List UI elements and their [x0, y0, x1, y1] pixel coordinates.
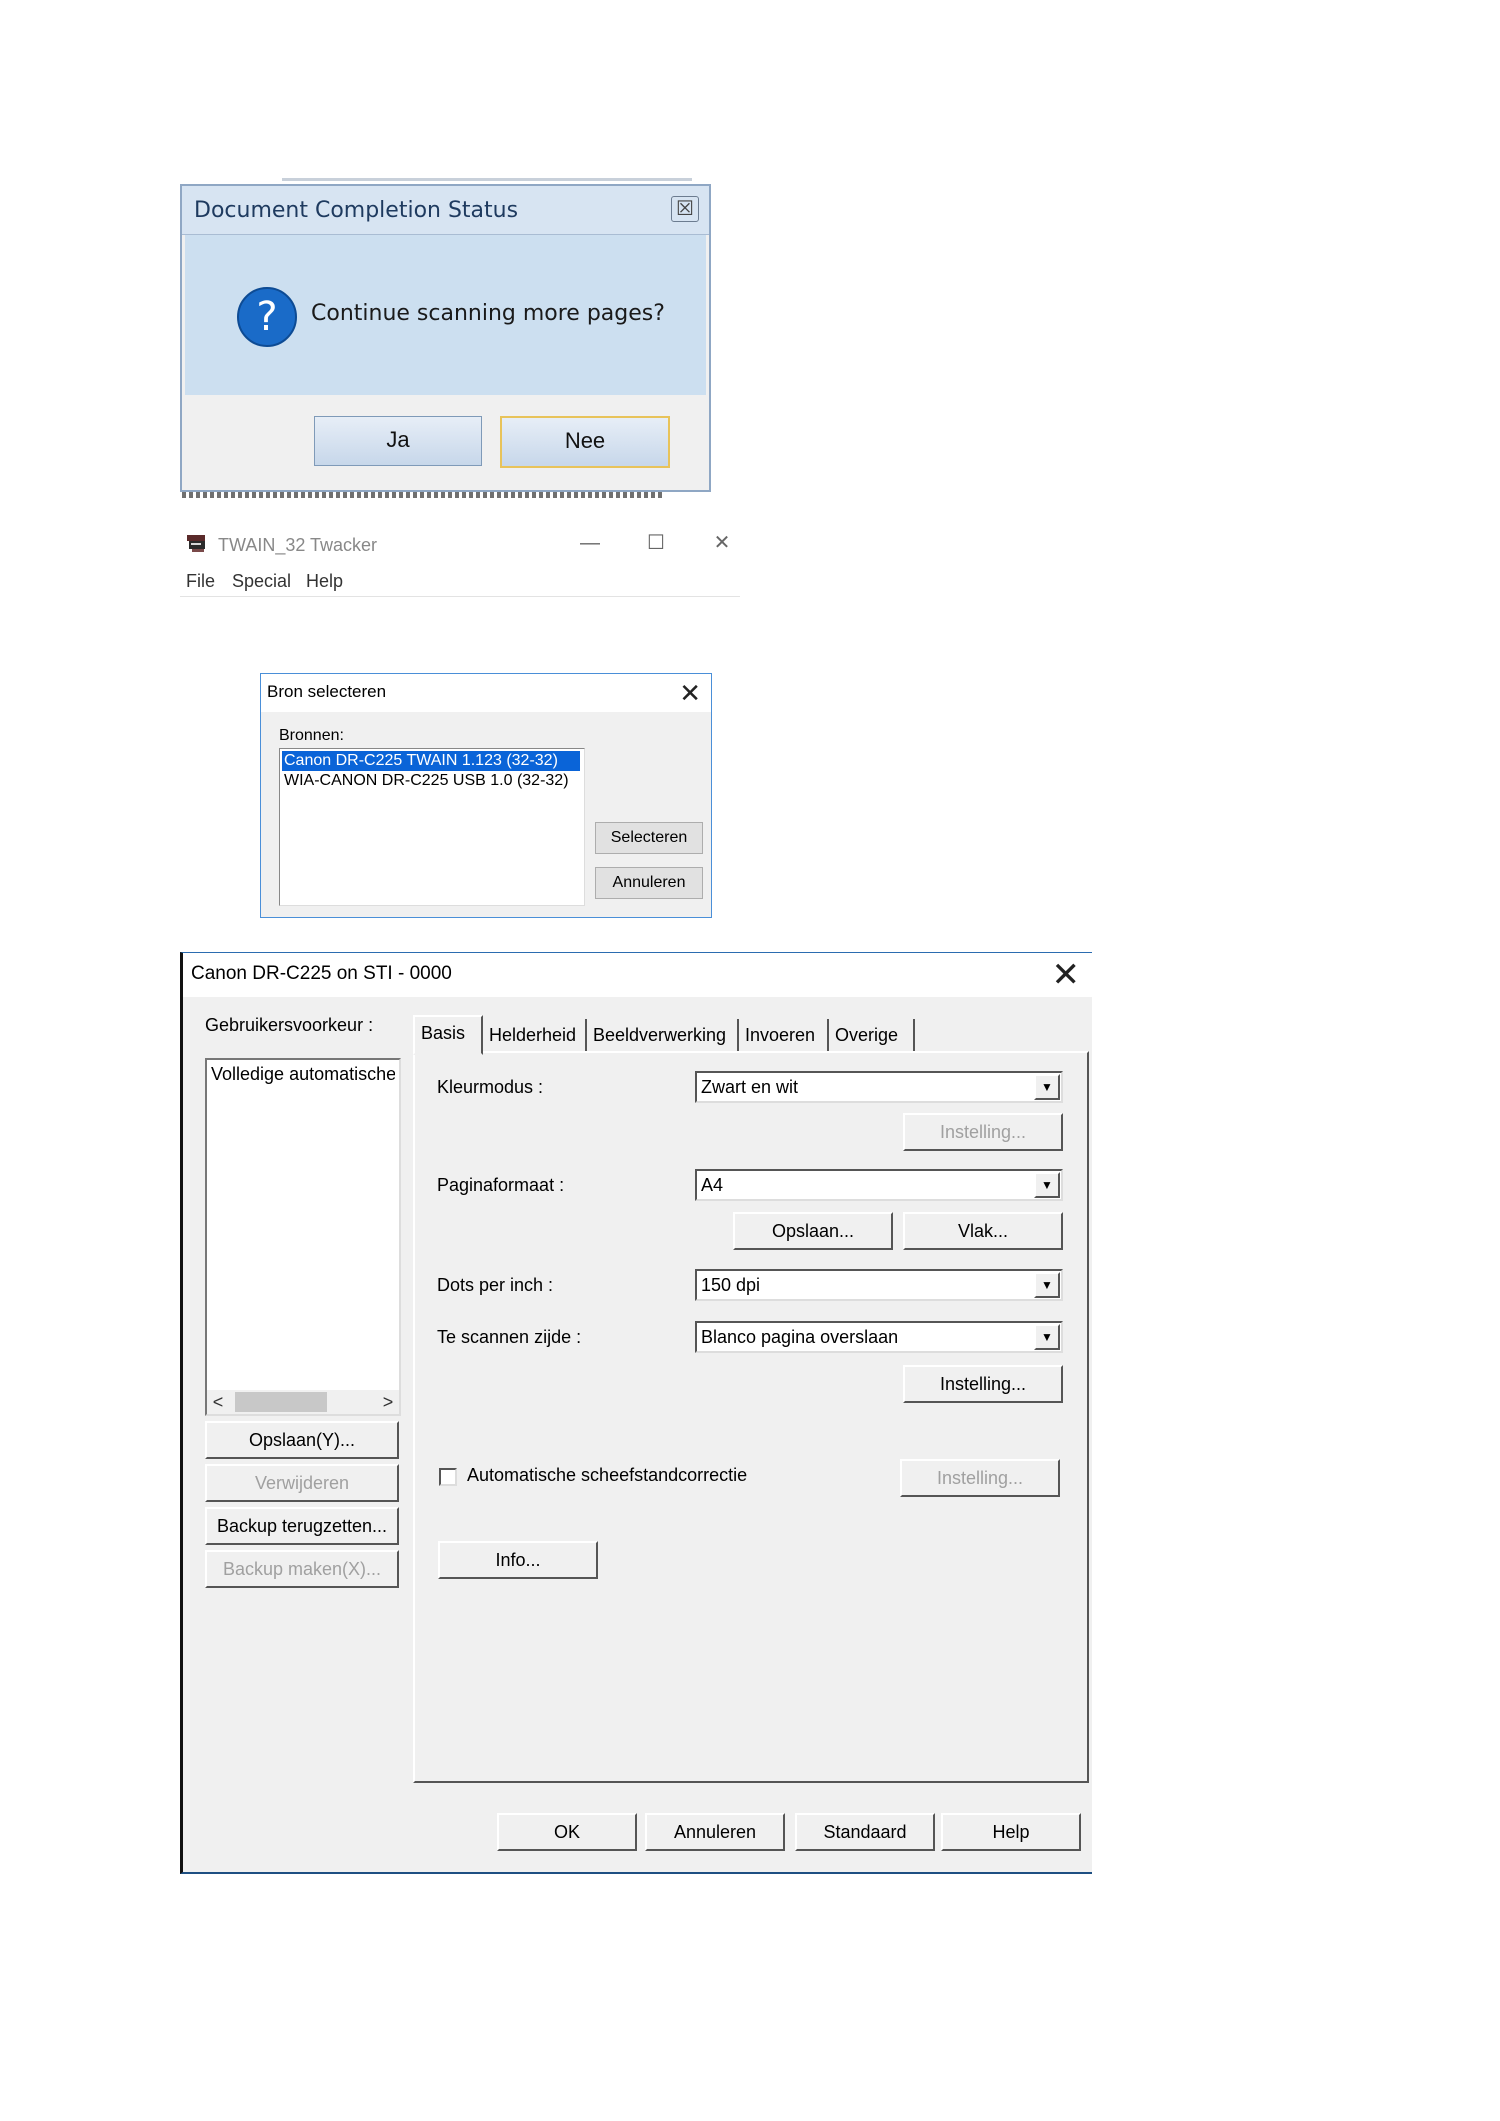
page-size-value: A4	[701, 1175, 724, 1195]
default-button[interactable]: Standaard	[795, 1813, 935, 1851]
minimize-icon[interactable]: —	[570, 529, 610, 557]
dialog-body: ? Continue scanning more pages?	[185, 235, 706, 395]
close-icon[interactable]: ✕	[679, 678, 701, 709]
dialog-title: Document Completion Status	[194, 198, 519, 223]
twacker-window: TWAIN_32 Twacker — ☐ ✕ File Special Help	[180, 525, 740, 597]
page-size-select[interactable]: A4 ▼	[695, 1169, 1063, 1201]
scanner-app-icon	[187, 535, 205, 552]
color-mode-label: Kleurmodus :	[437, 1077, 544, 1097]
chevron-down-icon[interactable]: ▼	[1034, 1324, 1060, 1350]
sources-label: Bronnen:	[279, 727, 344, 744]
scan-side-value: Blanco pagina overslaan	[701, 1327, 899, 1347]
user-pref-label: Gebruikersvoorkeur :	[205, 1015, 374, 1035]
tab-beeldverwerking[interactable]: Beeldverwerking	[587, 1019, 739, 1053]
window-title: TWAIN_32 Twacker	[218, 535, 378, 555]
question-icon: ?	[237, 287, 297, 347]
chevron-down-icon[interactable]: ▼	[1034, 1272, 1060, 1298]
dialog-titlebar: Bron selecteren ✕	[261, 674, 711, 712]
color-mode-value: Zwart en wit	[701, 1077, 799, 1097]
deskew-checkbox[interactable]	[439, 1468, 457, 1486]
save-pref-button[interactable]: Opslaan(Y)...	[205, 1421, 399, 1459]
ok-button[interactable]: OK	[497, 1813, 637, 1851]
chevron-down-icon[interactable]: ▼	[1034, 1172, 1060, 1198]
dialog-title: Canon DR-C225 on STI - 0000	[191, 963, 452, 984]
menu-file[interactable]: File	[186, 571, 215, 592]
scan-side-settings-button[interactable]: Instelling...	[903, 1365, 1063, 1403]
select-button[interactable]: Selecteren	[595, 822, 703, 854]
area-button[interactable]: Vlak...	[903, 1212, 1063, 1250]
dpi-label: Dots per inch :	[437, 1275, 554, 1295]
dialog-shadow	[282, 178, 692, 181]
deskew-label: Automatische scheefstandcorrectie	[467, 1465, 748, 1485]
make-backup-button[interactable]: Backup maken(X)...	[205, 1550, 399, 1588]
yes-button[interactable]: Ja	[314, 416, 482, 466]
help-button[interactable]: Help	[941, 1813, 1081, 1851]
dialog-titlebar: Document Completion Status ☒	[182, 186, 709, 235]
tab-basis[interactable]: Basis	[413, 1015, 483, 1055]
sources-list[interactable]: Canon DR-C225 TWAIN 1.123 (32-32) WIA-CA…	[279, 748, 585, 906]
dialog-titlebar: Canon DR-C225 on STI - 0000 ✕	[183, 953, 1092, 997]
horizontal-scrollbar[interactable]: < >	[207, 1390, 399, 1414]
dpi-select[interactable]: 150 dpi ▼	[695, 1269, 1063, 1301]
close-icon[interactable]: ✕	[1052, 955, 1081, 995]
document-completion-dialog: Document Completion Status ☒ ? Continue …	[180, 178, 711, 498]
dialog-message: Continue scanning more pages?	[311, 301, 665, 326]
source-select-dialog: Bron selecteren ✕ Bronnen: Canon DR-C225…	[260, 673, 712, 918]
scrollbar-thumb[interactable]	[235, 1392, 327, 1412]
no-button[interactable]: Nee	[500, 416, 670, 468]
cancel-button[interactable]: Annuleren	[645, 1813, 785, 1851]
menu-help[interactable]: Help	[306, 571, 343, 592]
dpi-value: 150 dpi	[701, 1275, 761, 1295]
dialog-title: Bron selecteren	[267, 682, 387, 701]
info-button[interactable]: Info...	[438, 1541, 598, 1579]
underlying-window-edge	[182, 492, 662, 498]
scan-side-label: Te scannen zijde :	[437, 1327, 582, 1347]
deskew-settings-button[interactable]: Instelling...	[900, 1459, 1060, 1497]
save-page-size-button[interactable]: Opslaan...	[733, 1212, 893, 1250]
delete-pref-button[interactable]: Verwijderen	[205, 1464, 399, 1502]
chevron-down-icon[interactable]: ▼	[1034, 1074, 1060, 1100]
basis-tab-panel	[413, 1051, 1089, 1783]
list-item[interactable]: Volledige automatische	[211, 1064, 395, 1085]
tab-helderheid[interactable]: Helderheid	[483, 1019, 587, 1053]
menu-special[interactable]: Special	[232, 571, 291, 592]
canon-scanner-dialog: Canon DR-C225 on STI - 0000 ✕ Gebruikers…	[180, 952, 1092, 1874]
maximize-icon[interactable]: ☐	[636, 529, 676, 557]
color-settings-button[interactable]: Instelling...	[903, 1113, 1063, 1151]
list-item[interactable]: WIA-CANON DR-C225 USB 1.0 (32-32)	[282, 771, 580, 791]
page-size-label: Paginaformaat :	[437, 1175, 565, 1195]
user-pref-list[interactable]: Volledige automatische < >	[205, 1058, 401, 1416]
tab-invoeren[interactable]: Invoeren	[739, 1019, 829, 1053]
scan-side-select[interactable]: Blanco pagina overslaan ▼	[695, 1321, 1063, 1353]
cancel-button[interactable]: Annuleren	[595, 867, 703, 899]
close-icon[interactable]: ☒	[671, 196, 699, 222]
color-mode-select[interactable]: Zwart en wit ▼	[695, 1071, 1063, 1103]
scroll-right-icon[interactable]: >	[377, 1390, 399, 1414]
tab-overige[interactable]: Overige	[829, 1019, 915, 1053]
restore-backup-button[interactable]: Backup terugzetten...	[205, 1507, 399, 1545]
list-item[interactable]: Canon DR-C225 TWAIN 1.123 (32-32)	[282, 751, 580, 771]
close-icon[interactable]: ✕	[702, 529, 742, 557]
scroll-left-icon[interactable]: <	[207, 1390, 229, 1414]
